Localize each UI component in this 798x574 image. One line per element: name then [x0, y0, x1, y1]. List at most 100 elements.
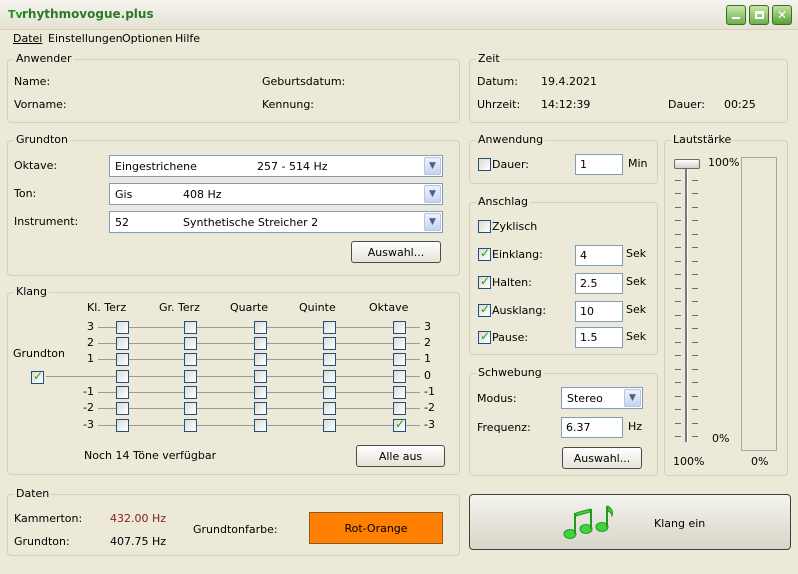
dauer-checkbox[interactable] — [478, 158, 491, 171]
klang-checkbox-quarte-2[interactable] — [254, 337, 267, 350]
column-gr-terz: Gr. Terz — [159, 301, 200, 314]
oktave-label: Oktave: — [14, 159, 58, 172]
klang-checkbox-gr-terz--2[interactable] — [184, 402, 197, 415]
modus-combobox[interactable]: Stereo ▼ — [561, 387, 643, 409]
klang-checkbox-quarte--3[interactable] — [254, 419, 267, 432]
halten-input[interactable]: 2.5 — [575, 273, 623, 294]
maximize-button[interactable] — [749, 5, 769, 25]
instrument-combobox[interactable]: 52 Synthetische Streicher 2 ▼ — [109, 211, 443, 233]
klang-checkbox-oktave--1[interactable] — [393, 386, 406, 399]
volume-tick — [675, 328, 681, 329]
chevron-down-icon[interactable]: ▼ — [424, 213, 441, 231]
klang-checkbox-gr-terz-3[interactable] — [184, 321, 197, 334]
klang-checkbox-quarte--1[interactable] — [254, 386, 267, 399]
klang-checkbox-quinte-2[interactable] — [323, 337, 336, 350]
close-button[interactable]: ✕ — [772, 5, 792, 25]
daten-grundton-value: 407.75 Hz — [110, 535, 167, 548]
remaining-tones-text: Noch 14 Töne verfügbar — [84, 449, 217, 462]
instrument-combobox-name: Synthetische Streicher 2 — [183, 216, 319, 229]
volume-slider-track[interactable] — [685, 160, 688, 442]
ausklang-label: Ausklang: — [492, 304, 547, 317]
ton-label: Ton: — [14, 187, 37, 200]
klang-checkbox-quinte-1[interactable] — [323, 353, 336, 366]
klang-checkbox-oktave-3[interactable] — [393, 321, 406, 334]
halten-checkbox[interactable] — [478, 274, 491, 289]
klang-checkbox-kl-terz-0[interactable] — [116, 370, 129, 383]
chevron-down-icon[interactable]: ▼ — [624, 389, 641, 407]
menu-hilfe[interactable]: Hilfe — [175, 32, 200, 45]
oktave-combobox-range: 257 - 514 Hz — [257, 160, 328, 173]
klang-checkbox-kl-terz--1[interactable] — [116, 386, 129, 399]
window-title: rhythmovogue.plus — [22, 7, 154, 21]
grundton-auswahl-button[interactable]: Auswahl... — [351, 241, 441, 263]
kammerton-value: 432.00 Hz — [110, 512, 167, 525]
pause-checkbox[interactable] — [478, 329, 491, 344]
anwendung-group-label: Anwendung — [476, 133, 546, 146]
column-oktave: Oktave — [369, 301, 409, 314]
klang-row-right-label: -2 — [424, 401, 435, 414]
ton-combobox[interactable]: Gis 408 Hz ▼ — [109, 183, 443, 205]
oktave-combobox[interactable]: Eingestrichene 257 - 514 Hz ▼ — [109, 155, 443, 177]
ausklang-input[interactable]: 10 — [575, 301, 623, 322]
klang-checkbox-quinte-3[interactable] — [323, 321, 336, 334]
ausklang-checkbox[interactable] — [478, 302, 491, 317]
einklang-input[interactable]: 4 — [575, 245, 623, 266]
frequenz-label: Frequenz: — [477, 421, 531, 434]
klang-checkbox-quinte--1[interactable] — [323, 386, 336, 399]
chevron-down-icon[interactable]: ▼ — [424, 185, 441, 203]
zyklisch-checkbox[interactable] — [478, 220, 491, 233]
close-icon: ✕ — [776, 8, 788, 22]
alle-aus-button[interactable]: Alle aus — [356, 445, 445, 467]
pause-input[interactable]: 1.5 — [575, 327, 623, 348]
chevron-down-icon[interactable]: ▼ — [424, 157, 441, 175]
volume-tick — [692, 301, 698, 302]
volume-tick — [692, 382, 698, 383]
volume-tick — [692, 436, 698, 437]
klang-checkbox-gr-terz-2[interactable] — [184, 337, 197, 350]
minimize-button[interactable] — [726, 5, 746, 25]
klang-ein-button[interactable]: Klang ein — [469, 494, 791, 550]
klang-row-right-label: 3 — [424, 320, 431, 333]
anwendung-dauer-input[interactable]: 1 — [575, 154, 623, 175]
klang-checkbox-quarte-3[interactable] — [254, 321, 267, 334]
klang-group-label: Klang — [14, 285, 49, 298]
grundton-checkbox[interactable] — [31, 369, 44, 384]
halten-label: Halten: — [492, 276, 532, 289]
volume-tick — [675, 260, 681, 262]
klang-checkbox-kl-terz-2[interactable] — [116, 337, 129, 350]
menu-datei[interactable]: Datei — [13, 32, 42, 45]
klang-checkbox-quarte--2[interactable] — [254, 402, 267, 415]
klang-checkbox-quarte-0[interactable] — [254, 370, 267, 383]
klang-checkbox-kl-terz--2[interactable] — [116, 402, 129, 415]
volume-tick — [692, 314, 698, 316]
volume-tick — [675, 287, 681, 289]
klang-checkbox-gr-terz-1[interactable] — [184, 353, 197, 366]
klang-checkbox-gr-terz--1[interactable] — [184, 386, 197, 399]
klang-checkbox-quinte-0[interactable] — [323, 370, 336, 383]
klang-checkbox-oktave-1[interactable] — [393, 353, 406, 366]
klang-checkbox-oktave-2[interactable] — [393, 337, 406, 350]
klang-checkbox-kl-terz-1[interactable] — [116, 353, 129, 366]
klang-checkbox-oktave-0[interactable] — [393, 370, 406, 383]
klang-checkbox-gr-terz--3[interactable] — [184, 419, 197, 432]
klang-checkbox-oktave--3[interactable] — [393, 417, 406, 432]
frequenz-input[interactable]: 6.37 — [561, 417, 623, 438]
volume-tick — [675, 422, 681, 424]
zyklisch-label: Zyklisch — [492, 220, 538, 233]
volume-tick — [675, 247, 681, 248]
volume-value: 100% — [673, 455, 705, 468]
title-bar[interactable]: Tv rhythmovogue.plus ✕ — [0, 0, 798, 30]
klang-checkbox-kl-terz--3[interactable] — [116, 419, 129, 432]
volume-slider-thumb[interactable] — [674, 159, 700, 169]
app-window: Tv rhythmovogue.plus ✕ Datei Einstellung… — [0, 0, 798, 574]
menu-einstellungen[interactable]: Einstellungen — [48, 32, 123, 45]
klang-checkbox-gr-terz-0[interactable] — [184, 370, 197, 383]
schwebung-auswahl-button[interactable]: Auswahl... — [562, 447, 642, 469]
klang-checkbox-quarte-1[interactable] — [254, 353, 267, 366]
klang-checkbox-kl-terz-3[interactable] — [116, 321, 129, 334]
klang-checkbox-quinte--3[interactable] — [323, 419, 336, 432]
klang-checkbox-quinte--2[interactable] — [323, 402, 336, 415]
einklang-checkbox[interactable] — [478, 246, 491, 261]
klang-checkbox-oktave--2[interactable] — [393, 402, 406, 415]
menu-optionen[interactable]: Optionen — [122, 32, 172, 45]
